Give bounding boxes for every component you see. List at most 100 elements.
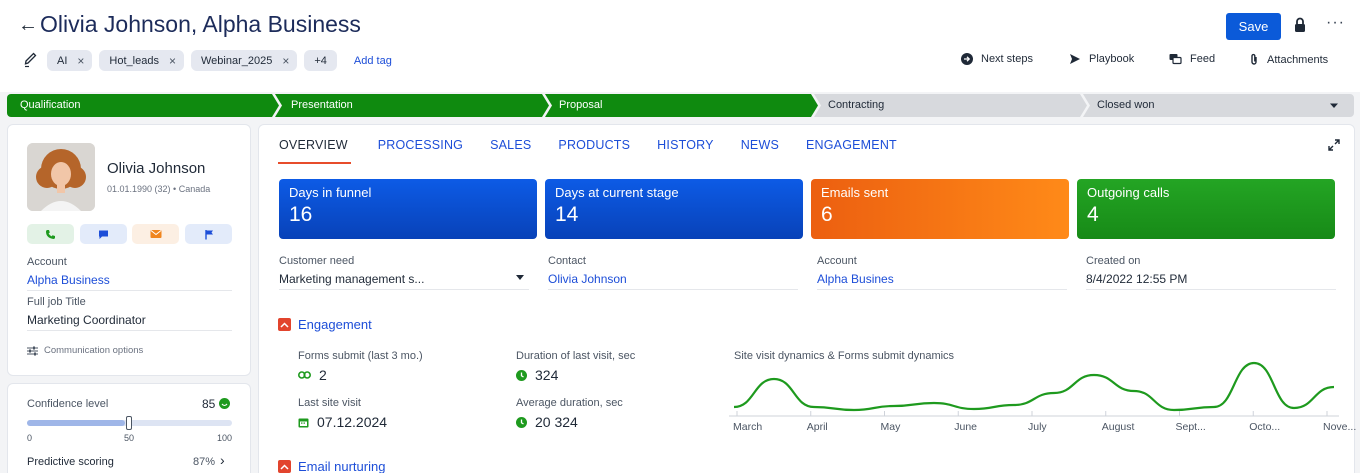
engagement-line-chart	[729, 361, 1339, 417]
contact-link[interactable]: Olivia Johnson	[548, 272, 627, 286]
save-button[interactable]: Save	[1226, 13, 1281, 40]
kpi-label: Days at current stage	[555, 185, 679, 200]
action-label: Playbook	[1089, 53, 1135, 65]
x-tick-label: May	[880, 421, 901, 433]
attachments-button[interactable]: Attachments	[1249, 53, 1328, 66]
tag-chip[interactable]: AI ×	[47, 50, 93, 71]
expand-icon[interactable]	[1328, 139, 1340, 151]
x-tick-label: Nove...	[1323, 421, 1357, 433]
stage-closed-won: Closed won	[1097, 99, 1155, 111]
email-nurturing-section-toggle[interactable]: Email nurturing	[278, 459, 385, 473]
link-icon	[298, 371, 311, 379]
tab-news[interactable]: NEWS	[741, 138, 779, 164]
sales-pipeline: Qualification Presentation Proposal Cont…	[7, 94, 1354, 117]
calendar-icon	[298, 418, 309, 427]
avatar	[27, 143, 95, 211]
chevron-right-icon[interactable]: ›	[220, 452, 225, 468]
last-site-visit-value: 07.12.2024	[317, 414, 388, 430]
series-line	[733, 361, 1335, 412]
action-label: Feed	[1190, 53, 1216, 65]
more-options-icon[interactable]: ···	[1326, 14, 1345, 32]
divider	[548, 289, 798, 290]
message-button[interactable]	[80, 224, 127, 244]
chevron-down-icon[interactable]	[516, 275, 524, 280]
kpi-value: 14	[555, 203, 579, 226]
remove-tag-icon[interactable]: ×	[77, 54, 84, 68]
confidence-value: 85	[202, 397, 216, 411]
tag-chip[interactable]: Webinar_2025 ×	[190, 50, 298, 71]
remove-tag-icon[interactable]: ×	[169, 54, 176, 68]
stage-contracting: Contracting	[828, 99, 885, 111]
last-site-visit-label: Last site visit	[298, 397, 361, 409]
tab-processing[interactable]: PROCESSING	[378, 138, 463, 164]
forms-submit-metric: 2	[298, 367, 327, 383]
job-title-label: Full job Title	[27, 296, 86, 308]
account-field-link[interactable]: Alpha Busines	[817, 272, 894, 286]
x-tick-label: March	[733, 421, 763, 433]
duration-last-visit-label: Duration of last visit, sec	[516, 350, 636, 362]
kpi-value: 6	[821, 203, 833, 226]
phone-icon	[46, 229, 55, 239]
x-tick-label: July	[1028, 421, 1047, 433]
chat-icon	[1169, 54, 1182, 65]
tag-chip[interactable]: Hot_leads ×	[99, 50, 184, 71]
call-button[interactable]	[27, 224, 74, 244]
confidence-card: Confidence level 85 0 50 100 Predictive …	[7, 383, 251, 473]
remove-tag-icon[interactable]: ×	[282, 54, 289, 68]
feed-button[interactable]: Feed	[1169, 53, 1215, 65]
section-title: Engagement	[298, 317, 372, 332]
tag-label: Webinar_2025	[200, 54, 273, 67]
tab-engagement[interactable]: ENGAGEMENT	[806, 138, 897, 164]
avatar-image	[27, 143, 95, 211]
confidence-slider-fill	[27, 420, 126, 426]
confidence-slider-thumb[interactable]	[126, 416, 132, 430]
kpi-value: 4	[1087, 203, 1099, 226]
chevron-up-icon	[278, 318, 291, 331]
arrow-circle-icon	[961, 53, 973, 65]
tab-sales[interactable]: SALES	[490, 138, 531, 164]
action-label: Attachments	[1267, 53, 1329, 66]
tab-overview[interactable]: OVERVIEW	[278, 138, 351, 164]
contact-card: Olivia Johnson 01.01.1990 (32) • Canada …	[7, 124, 251, 376]
forms-submit-label: Forms submit (last 3 mo.)	[298, 350, 423, 362]
created-on-value: 8/4/2022 12:55 PM	[1086, 272, 1188, 286]
kpi-outgoing-calls: Outgoing calls 4	[1077, 179, 1335, 239]
send-icon	[1070, 54, 1080, 64]
kpi-days-current-stage: Days at current stage 14	[545, 179, 803, 239]
flag-button[interactable]	[185, 224, 232, 244]
average-duration-metric: 20 324	[516, 414, 578, 430]
engagement-section-toggle[interactable]: Engagement	[278, 317, 372, 332]
playbook-button[interactable]: Playbook	[1069, 53, 1134, 65]
job-title-value: Marketing Coordinator	[27, 313, 146, 327]
record-header: ← Olivia Johnson, Alpha Business AI × Hot…	[0, 0, 1360, 92]
communication-options-link[interactable]: Communication options	[27, 345, 143, 356]
paperclip-icon	[1251, 53, 1257, 65]
contact-name: Olivia Johnson	[107, 160, 206, 177]
more-tags-chip[interactable]: +4	[304, 50, 337, 71]
average-duration-value: 20 324	[535, 414, 578, 430]
tab-products[interactable]: PRODUCTS	[558, 138, 630, 164]
back-arrow-icon[interactable]: ←	[18, 14, 38, 37]
divider	[1086, 289, 1336, 290]
account-link[interactable]: Alpha Business	[27, 273, 110, 287]
section-title: Email nurturing	[298, 459, 386, 473]
duration-last-visit-metric: 324	[516, 367, 558, 383]
lock-icon[interactable]	[1293, 17, 1307, 33]
clock-icon	[516, 416, 527, 428]
stage-presentation: Presentation	[291, 99, 353, 111]
forms-submit-value: 2	[319, 367, 327, 383]
duration-last-visit-value: 324	[535, 367, 559, 383]
tab-history[interactable]: HISTORY	[657, 138, 714, 164]
email-button[interactable]	[132, 224, 179, 244]
next-steps-button[interactable]: Next steps	[961, 53, 1033, 65]
confidence-label: Confidence level	[27, 398, 109, 410]
tag-list: AI × Hot_leads × Webinar_2025 × +4 Add tag	[47, 50, 392, 71]
chat-bubble-icon	[99, 230, 108, 239]
created-on-label: Created on	[1086, 255, 1141, 267]
envelope-icon	[150, 230, 161, 238]
kpi-days-in-funnel: Days in funnel 16	[279, 179, 537, 239]
customer-need-select[interactable]: Marketing management s...	[279, 272, 424, 286]
add-tag-link[interactable]: Add tag	[354, 55, 392, 67]
pencil-icon[interactable]	[23, 52, 37, 68]
kpi-label: Outgoing calls	[1087, 185, 1170, 200]
